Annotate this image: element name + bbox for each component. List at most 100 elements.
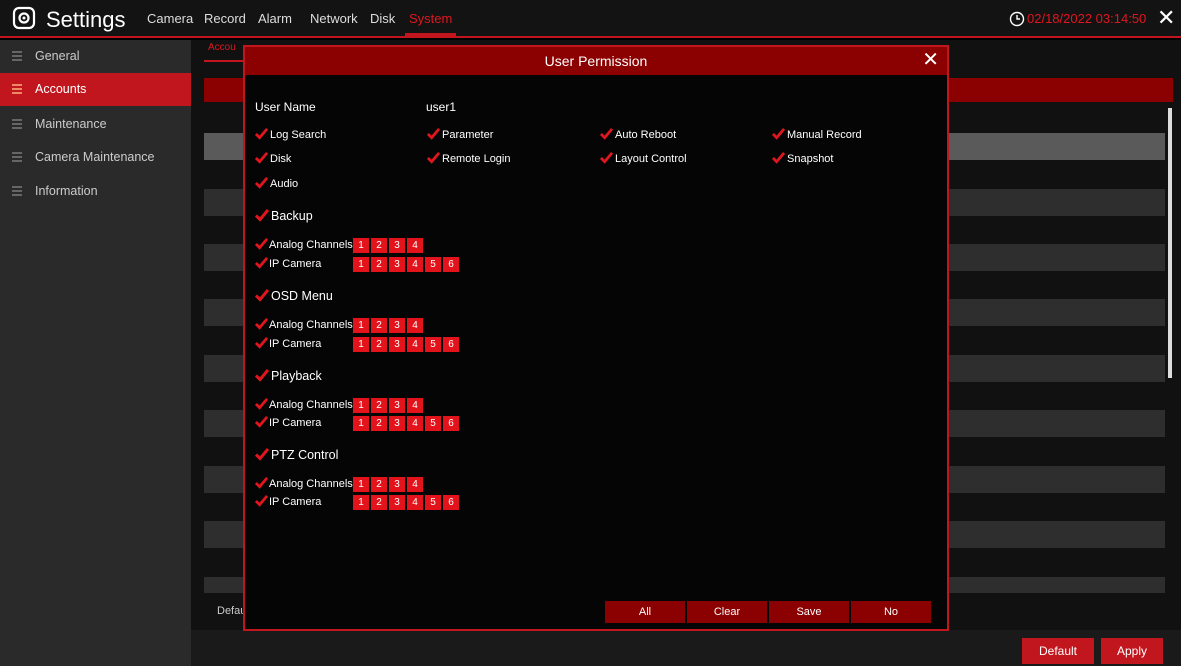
channel-6[interactable]: 6 xyxy=(443,495,459,510)
channel-1[interactable]: 1 xyxy=(353,495,369,510)
playback-analog-checkbox[interactable]: Analog Channels xyxy=(255,397,353,411)
sidebar-item-label: Maintenance xyxy=(35,117,107,131)
section-playback[interactable]: Playback xyxy=(255,368,322,383)
scrollbar-thumb[interactable] xyxy=(1168,108,1172,378)
sidebar-item-accounts[interactable]: Accounts xyxy=(0,73,191,106)
all-button[interactable]: All xyxy=(605,601,685,623)
channel-3[interactable]: 3 xyxy=(389,416,405,431)
section-title: PTZ Control xyxy=(271,448,339,462)
channel-2[interactable]: 2 xyxy=(371,318,387,333)
channel-3[interactable]: 3 xyxy=(389,477,405,492)
channel-5[interactable]: 5 xyxy=(425,257,441,272)
channel-4[interactable]: 4 xyxy=(407,398,423,413)
section-title: Backup xyxy=(271,209,313,223)
backup-analog-checkbox[interactable]: Analog Channels xyxy=(255,237,353,251)
dialog-title-bar: User Permission ✕ xyxy=(245,47,947,75)
app-title: Settings xyxy=(46,7,126,32)
checkbox-label: Layout Control xyxy=(615,153,687,165)
channel-5[interactable]: 5 xyxy=(425,495,441,510)
nav-system[interactable]: System xyxy=(404,11,457,36)
checkbox-log-search[interactable]: Log Search xyxy=(255,127,326,141)
channel-3[interactable]: 3 xyxy=(389,495,405,510)
apply-button[interactable]: Apply xyxy=(1101,638,1163,664)
channel-1[interactable]: 1 xyxy=(353,238,369,253)
channel-3[interactable]: 3 xyxy=(389,337,405,352)
channel-6[interactable]: 6 xyxy=(443,337,459,352)
sidebar: General Accounts Maintenance Camera Main… xyxy=(0,40,191,666)
channel-4[interactable]: 4 xyxy=(407,238,423,253)
channel-2[interactable]: 2 xyxy=(371,495,387,510)
dialog-close-icon[interactable]: ✕ xyxy=(922,49,939,71)
save-button[interactable]: Save xyxy=(769,601,849,623)
section-osd-menu[interactable]: OSD Menu xyxy=(255,288,333,303)
sidebar-item-information[interactable]: Information xyxy=(0,175,191,208)
osd-ip-checkbox[interactable]: IP Camera xyxy=(255,336,321,350)
channel-1[interactable]: 1 xyxy=(353,318,369,333)
section-ptz-control[interactable]: PTZ Control xyxy=(255,447,338,462)
checkbox-manual-record[interactable]: Manual Record xyxy=(772,127,862,141)
channel-3[interactable]: 3 xyxy=(389,398,405,413)
channel-1[interactable]: 1 xyxy=(353,416,369,431)
channel-4[interactable]: 4 xyxy=(407,257,423,272)
checkbox-label: Manual Record xyxy=(787,129,862,141)
checkbox-parameter[interactable]: Parameter xyxy=(427,127,493,141)
nav-disk[interactable]: Disk xyxy=(370,11,395,26)
checkbox-label: Audio xyxy=(270,178,299,190)
default-button[interactable]: Default xyxy=(1022,638,1094,664)
osd-analog-checkbox[interactable]: Analog Channels xyxy=(255,317,353,331)
sidebar-item-maintenance[interactable]: Maintenance xyxy=(0,108,191,141)
playback-ip-checkbox[interactable]: IP Camera xyxy=(255,415,321,429)
channel-4[interactable]: 4 xyxy=(407,337,423,352)
list-icon xyxy=(12,84,22,94)
channel-4[interactable]: 4 xyxy=(407,416,423,431)
no-button[interactable]: No xyxy=(851,601,931,623)
scrollbar[interactable] xyxy=(1167,108,1173,602)
channel-4[interactable]: 4 xyxy=(407,477,423,492)
channel-6[interactable]: 6 xyxy=(443,257,459,272)
channel-2[interactable]: 2 xyxy=(371,477,387,492)
channel-4[interactable]: 4 xyxy=(407,495,423,510)
channel-6[interactable]: 6 xyxy=(443,416,459,431)
nav-network[interactable]: Network xyxy=(310,11,358,26)
channel-2[interactable]: 2 xyxy=(371,337,387,352)
channel-5[interactable]: 5 xyxy=(425,337,441,352)
ptz-ip-checkbox[interactable]: IP Camera xyxy=(255,494,321,508)
ip-camera-label: IP Camera xyxy=(269,496,322,508)
ptz-analog-checkbox[interactable]: Analog Channels xyxy=(255,476,353,490)
analog-channels-label: Analog Channels xyxy=(269,399,353,411)
backup-ip-checkbox[interactable]: IP Camera xyxy=(255,256,321,270)
sidebar-item-general[interactable]: General xyxy=(0,40,191,73)
checkmark-icon xyxy=(255,256,268,269)
channel-2[interactable]: 2 xyxy=(371,416,387,431)
checkmark-icon xyxy=(255,476,268,489)
nav-alarm[interactable]: Alarm xyxy=(258,11,292,26)
channel-3[interactable]: 3 xyxy=(389,238,405,253)
channel-3[interactable]: 3 xyxy=(389,318,405,333)
checkbox-auto-reboot[interactable]: Auto Reboot xyxy=(600,127,676,141)
channel-1[interactable]: 1 xyxy=(353,398,369,413)
channel-1[interactable]: 1 xyxy=(353,477,369,492)
tab-accounts[interactable]: Accou xyxy=(208,42,236,53)
checkbox-disk[interactable]: Disk xyxy=(255,151,291,165)
channel-1[interactable]: 1 xyxy=(353,337,369,352)
checkbox-remote-login[interactable]: Remote Login xyxy=(427,151,511,165)
close-icon[interactable]: ✕ xyxy=(1157,5,1175,31)
section-backup[interactable]: Backup xyxy=(255,208,313,223)
checkbox-snapshot[interactable]: Snapshot xyxy=(772,151,833,165)
nav-camera[interactable]: Camera xyxy=(147,11,193,26)
ptz-ip-channels: 123456 xyxy=(353,495,461,510)
checkbox-audio[interactable]: Audio xyxy=(255,176,298,190)
sidebar-item-camera-maintenance[interactable]: Camera Maintenance xyxy=(0,141,191,174)
sidebar-item-label: Information xyxy=(35,184,98,198)
channel-2[interactable]: 2 xyxy=(371,238,387,253)
channel-5[interactable]: 5 xyxy=(425,416,441,431)
nav-record[interactable]: Record xyxy=(204,11,246,26)
channel-3[interactable]: 3 xyxy=(389,257,405,272)
checkbox-layout-control[interactable]: Layout Control xyxy=(600,151,687,165)
channel-4[interactable]: 4 xyxy=(407,318,423,333)
osd-analog-channels: 1234 xyxy=(353,318,425,333)
clear-button[interactable]: Clear xyxy=(687,601,767,623)
channel-2[interactable]: 2 xyxy=(371,398,387,413)
channel-1[interactable]: 1 xyxy=(353,257,369,272)
channel-2[interactable]: 2 xyxy=(371,257,387,272)
